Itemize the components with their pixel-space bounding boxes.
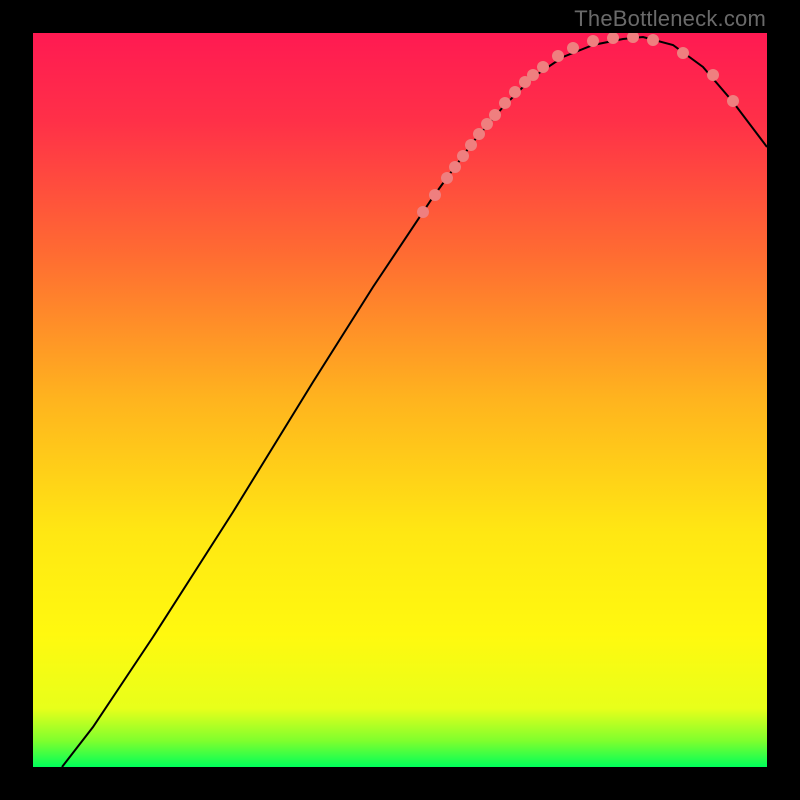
scatter-point	[587, 35, 599, 47]
scatter-point	[499, 97, 511, 109]
scatter-point	[473, 128, 485, 140]
bottleneck-curve	[62, 37, 767, 767]
chart-canvas	[33, 33, 767, 767]
scatter-point	[527, 69, 539, 81]
scatter-point	[677, 47, 689, 59]
scatter-point	[441, 172, 453, 184]
scatter-point	[489, 109, 501, 121]
scatter-point	[509, 86, 521, 98]
scatter-point	[727, 95, 739, 107]
scatter-point	[552, 50, 564, 62]
scatter-point	[465, 139, 477, 151]
scatter-point	[537, 61, 549, 73]
scatter-point	[707, 69, 719, 81]
scatter-point	[429, 189, 441, 201]
scatter-point	[417, 206, 429, 218]
chart-svg	[33, 33, 767, 767]
scatter-point	[457, 150, 469, 162]
scatter-point	[449, 161, 461, 173]
scatter-point	[627, 33, 639, 43]
scatter-point	[567, 42, 579, 54]
watermark-text: TheBottleneck.com	[574, 6, 766, 32]
scatter-point	[481, 118, 493, 130]
scatter-points	[417, 33, 739, 218]
scatter-point	[647, 34, 659, 46]
